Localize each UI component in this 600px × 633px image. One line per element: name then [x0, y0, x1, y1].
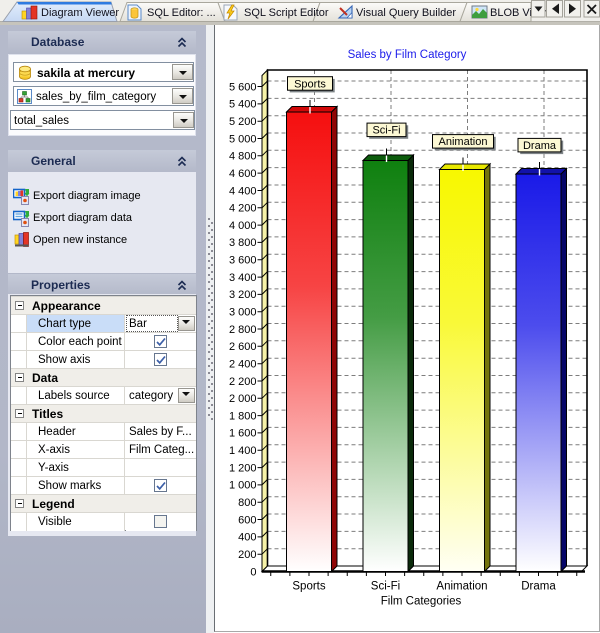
svg-text:3 800: 3 800: [229, 237, 257, 249]
svg-text:4 200: 4 200: [229, 203, 257, 215]
svg-text:Drama: Drama: [523, 140, 557, 152]
svg-text:800: 800: [238, 497, 256, 509]
svg-text:Film Categories: Film Categories: [381, 596, 462, 608]
svg-text:1 200: 1 200: [229, 462, 257, 474]
svg-text:Sci-Fi: Sci-Fi: [371, 581, 400, 593]
svg-text:Visual Query Builder: Visual Query Builder: [356, 7, 456, 19]
svg-text:5 200: 5 200: [229, 116, 257, 128]
svg-text:1 600: 1 600: [229, 428, 257, 440]
svg-text:SQL Editor: ...: SQL Editor: ...: [147, 7, 216, 19]
svg-text:Animation: Animation: [439, 136, 488, 148]
svg-text:4 800: 4 800: [229, 151, 257, 163]
svg-text:Sales by Film Category: Sales by Film Category: [348, 49, 467, 61]
svg-text:Sports: Sports: [292, 581, 325, 593]
svg-text:SQL Script Editor: SQL Script Editor: [244, 7, 329, 19]
svg-text:2 800: 2 800: [229, 324, 257, 336]
svg-text:3 400: 3 400: [229, 272, 257, 284]
svg-text:0: 0: [250, 567, 256, 579]
svg-text:1 400: 1 400: [229, 445, 257, 457]
svg-text:1 000: 1 000: [229, 480, 257, 492]
svg-text:2 400: 2 400: [229, 359, 257, 371]
svg-text:4 400: 4 400: [229, 185, 257, 197]
svg-text:3 200: 3 200: [229, 289, 257, 301]
svg-text:3 000: 3 000: [229, 307, 257, 319]
svg-text:2 200: 2 200: [229, 376, 257, 388]
svg-text:4 000: 4 000: [229, 220, 257, 232]
svg-text:2 600: 2 600: [229, 341, 257, 353]
svg-text:Animation: Animation: [436, 581, 487, 593]
svg-text:Sports: Sports: [294, 78, 326, 90]
svg-text:Drama: Drama: [521, 581, 556, 593]
svg-text:400: 400: [238, 532, 256, 544]
svg-text:5 600: 5 600: [229, 81, 257, 93]
svg-text:5 000: 5 000: [229, 133, 257, 145]
svg-text:1 800: 1 800: [229, 410, 257, 422]
svg-text:3 600: 3 600: [229, 255, 257, 267]
svg-text:Sci-Fi: Sci-Fi: [372, 125, 400, 137]
svg-text:Diagram Viewer: Diagram Viewer: [41, 7, 119, 19]
svg-text:600: 600: [238, 514, 256, 526]
svg-text:200: 200: [238, 549, 256, 561]
svg-text:5 400: 5 400: [229, 99, 257, 111]
svg-text:4 600: 4 600: [229, 168, 257, 180]
svg-text:2 000: 2 000: [229, 393, 257, 405]
